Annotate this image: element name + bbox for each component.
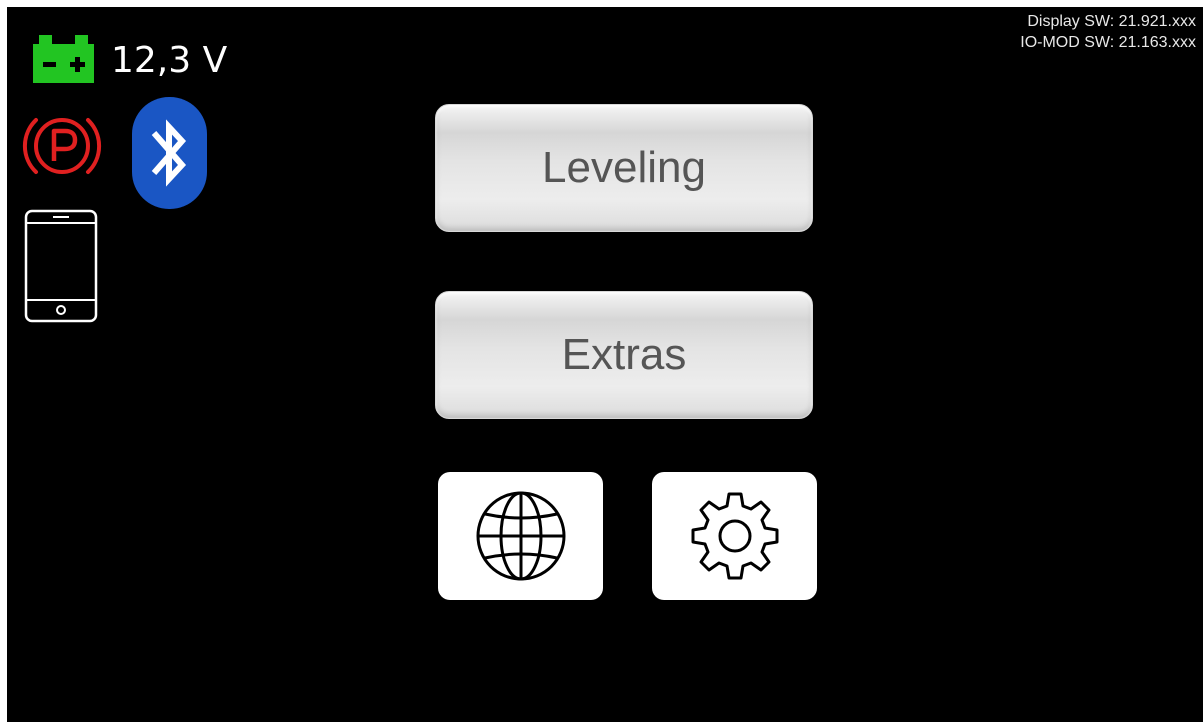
io-mod-sw-version: IO-MOD SW: 21.163.xxx (1020, 34, 1196, 51)
gear-icon (691, 492, 778, 580)
smartphone-icon (24, 209, 98, 323)
software-version-info: Display SW: 21.921.xxx IO-MOD SW: 21.163… (1020, 11, 1196, 53)
leveling-button[interactable]: Leveling (435, 104, 813, 232)
parking-brake-icon (22, 118, 102, 174)
main-screen: Display SW: 21.921.xxx IO-MOD SW: 21.163… (7, 7, 1203, 722)
display-sw-version: Display SW: 21.921.xxx (1027, 13, 1196, 30)
bluetooth-icon (132, 97, 207, 209)
globe-icon (476, 491, 565, 581)
extras-button[interactable]: Extras (435, 291, 813, 419)
language-button[interactable] (438, 472, 603, 600)
settings-button[interactable] (652, 472, 817, 600)
battery-voltage: 12,3 V (111, 40, 228, 81)
battery-icon (33, 35, 94, 83)
